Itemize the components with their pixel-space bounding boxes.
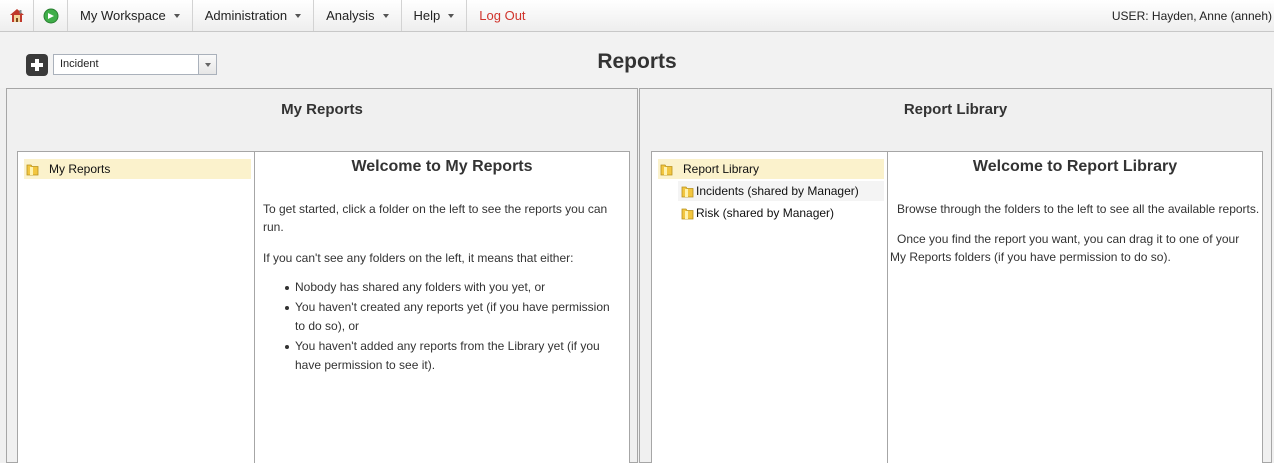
tree-item-report-library[interactable]: Report Library [658,159,884,179]
report-library-welcome: Welcome to Report Library Browse through… [888,152,1262,463]
my-reports-title: My Reports [281,101,363,118]
nav-my-workspace-label: My Workspace [80,8,166,23]
top-nav-bar: My Workspace Administration Analysis Hel… [0,0,1274,32]
reasons-list: Nobody has shared any folders with you y… [285,278,621,375]
welcome-title: Welcome to Report Library [972,158,1178,175]
report-library-panel: Report Library Report Library Incidents … [639,88,1272,463]
list-item: You haven't added any reports from the L… [285,337,621,375]
green-refresh-icon [43,8,58,23]
tree-item-incidents[interactable]: Incidents (shared by Manager) [678,181,884,201]
chevron-down-icon [295,13,302,18]
home-icon [9,8,24,22]
list-item: Nobody has shared any folders with you y… [285,278,621,297]
tree-item-my-reports[interactable]: My Reports [24,159,251,179]
chevron-down-icon [448,13,455,18]
chevron-down-icon [382,13,389,18]
nav-analysis-label: Analysis [326,8,375,23]
my-reports-tree: My Reports [18,152,255,463]
nav-help-label: Help [413,8,441,23]
tree-item-risk[interactable]: Risk (shared by Manager) [678,203,884,223]
folder-icon [26,164,39,176]
page-title: Reports [597,50,677,73]
welcome-paragraph: Once you find the report you want, you c… [890,232,1240,264]
report-library-body: Report Library Incidents (shared by Mana… [651,151,1263,463]
tree-item-label: Risk (shared by Manager) [696,206,835,220]
report-library-tree: Report Library Incidents (shared by Mana… [652,152,888,463]
folder-icon [660,164,673,176]
welcome-paragraph: To get started, click a folder on the le… [263,202,608,234]
welcome-paragraph: Browse through the folders to the left t… [897,202,1260,216]
logout-link[interactable]: Log Out [467,0,537,31]
folder-icon [681,208,694,220]
my-reports-body: My Reports Welcome to My Reports To get … [17,151,630,463]
list-item: You haven't created any reports yet (if … [285,298,621,336]
nav-analysis[interactable]: Analysis [314,0,402,31]
report-library-title: Report Library [903,101,1008,118]
tree-item-label: My Reports [49,162,111,176]
nav-administration[interactable]: Administration [193,0,315,31]
chevron-down-icon [173,13,180,18]
user-label: USER: Hayden, Anne (anneh) [1111,9,1272,23]
welcome-title: Welcome to My Reports [351,158,533,175]
my-reports-welcome: Welcome to My Reports To get started, cl… [255,152,629,463]
my-reports-panel: My Reports My Reports Welcome to My Repo… [6,88,638,463]
welcome-paragraph: If you can't see any folders on the left… [263,251,574,265]
home-button[interactable] [0,0,34,31]
folder-icon [681,186,694,198]
nav-help[interactable]: Help [402,0,468,31]
refresh-button[interactable] [34,0,68,31]
nav-administration-label: Administration [204,8,288,23]
tree-item-label: Report Library [683,162,760,176]
nav-my-workspace[interactable]: My Workspace [68,0,193,31]
tree-item-label: Incidents (shared by Manager) [696,184,859,198]
